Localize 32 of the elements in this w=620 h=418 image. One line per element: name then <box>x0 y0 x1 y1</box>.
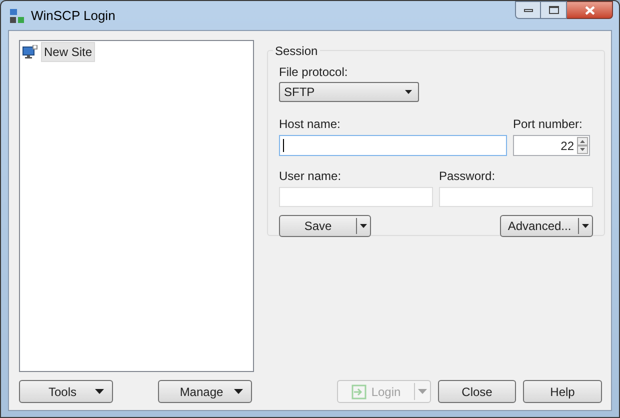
save-button[interactable]: Save <box>279 215 371 237</box>
login-icon <box>351 384 368 400</box>
caret-icon <box>418 389 427 394</box>
field-label: File protocol: <box>279 65 349 79</box>
dialog-button[interactable]: Help <box>523 380 602 403</box>
field-label: Host name: <box>279 117 342 131</box>
caret-icon <box>582 224 589 228</box>
dialog-button[interactable]: Tools <box>19 380 113 403</box>
close-icon <box>584 6 594 14</box>
field-label: Port number: <box>513 117 584 131</box>
caret-icon <box>234 389 243 394</box>
user-name-field[interactable] <box>279 187 433 207</box>
spin-buttons-icon[interactable] <box>577 137 588 154</box>
tree-item[interactable]: New Site <box>41 42 96 62</box>
caret-icon <box>360 224 367 228</box>
close-button[interactable] <box>567 1 613 19</box>
caret-icon <box>95 389 104 394</box>
computer-icon <box>22 45 38 59</box>
window-title: WinSCP Login <box>31 6 116 25</box>
caret-icon <box>405 90 412 94</box>
dialog-button[interactable]: Close <box>438 380 516 403</box>
protocol-dropdown[interactable]: SFTP <box>279 82 419 102</box>
password-field[interactable] <box>439 187 593 207</box>
field-label: Password: <box>439 169 496 183</box>
port-number-field[interactable]: 22 <box>513 135 590 156</box>
advanced-button[interactable]: Advanced... <box>500 215 593 237</box>
dialog-button[interactable]: Manage <box>158 380 252 403</box>
field-label: User name: <box>279 169 342 183</box>
app-icon <box>9 8 25 24</box>
minimize-button[interactable] <box>515 1 541 19</box>
host-name-field[interactable] <box>279 135 507 156</box>
maximize-button[interactable] <box>541 1 567 19</box>
